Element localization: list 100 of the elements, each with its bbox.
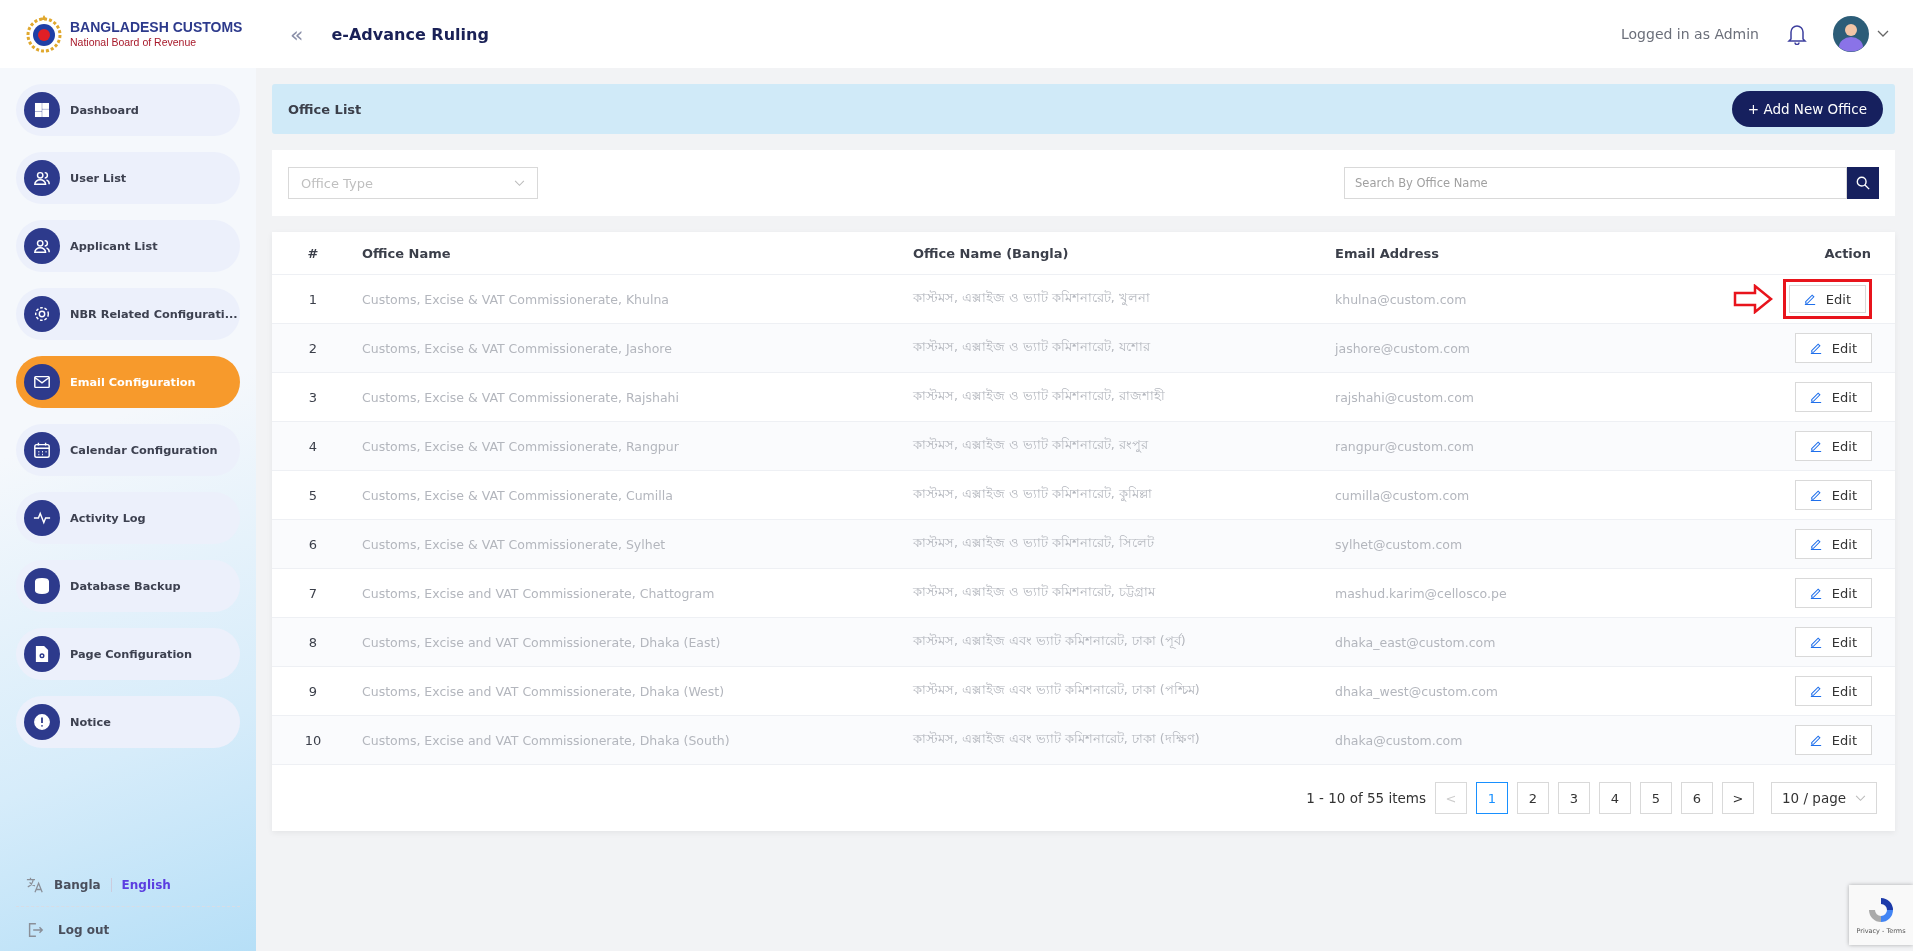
sidebar-item[interactable]: User List <box>16 152 240 204</box>
row-number: 8 <box>272 617 354 667</box>
page-title: Office List <box>288 101 363 117</box>
brand-title: BANGLADESH CUSTOMS <box>70 19 243 37</box>
page-button[interactable]: 5 <box>1640 782 1672 814</box>
office-name-cell: Customs, Excise and VAT Commissionerate, Dhaka (West) <box>354 666 905 716</box>
sidebar-item[interactable]: NBR Related Configurati... <box>16 288 240 340</box>
logout-button[interactable]: Log out <box>16 907 120 939</box>
customs-emblem-icon <box>24 14 64 54</box>
sidebar-item[interactable]: Applicant List <box>16 220 240 272</box>
column-header: # <box>272 232 354 275</box>
chevron-down-icon <box>1855 794 1866 802</box>
chevron-down-icon[interactable] <box>1877 30 1889 38</box>
arrow-annotation-icon <box>1732 284 1773 314</box>
pencil-icon <box>1809 636 1822 648</box>
pencil-icon <box>1809 538 1822 550</box>
envelope-icon <box>24 364 60 400</box>
calendar-icon <box>24 432 60 468</box>
next-page-button[interactable]: > <box>1722 782 1754 814</box>
email-cell: rangpur@custom.com <box>1327 421 1650 471</box>
pencil-icon <box>1809 587 1822 599</box>
chevron-down-icon <box>514 179 525 187</box>
language-option[interactable]: English <box>121 878 171 892</box>
row-number: 7 <box>272 568 354 618</box>
brand-subtitle: National Board of Revenue <box>70 36 198 49</box>
sidebar-item[interactable]: Dashboard <box>16 84 240 136</box>
avatar-icon[interactable] <box>1833 16 1869 52</box>
office-name-bangla-cell: কাস্টমস, এক্সাইজ ও ভ্যাট কমিশনারেট, রাজশাহী <box>905 372 1327 422</box>
pencil-icon <box>1803 293 1816 305</box>
email-cell: rajshahi@custom.com <box>1327 372 1650 422</box>
email-cell: mashud.karim@cellosco.pe <box>1327 568 1650 618</box>
users-icon <box>24 160 60 196</box>
recaptcha-icon <box>1866 895 1896 925</box>
office-name-bangla-cell: কাস্টমস, এক্সাইজ এবং ভ্যাট কমিশনারেট, ঢাকা (পূর্ব) <box>905 617 1327 667</box>
office-name-bangla-cell: কাস্টমস, এক্সাইজ ও ভ্যাট কমিশনারেট, চট্টগ্রাম <box>905 568 1327 618</box>
users-icon <box>24 228 60 264</box>
pencil-icon <box>1809 391 1822 403</box>
edit-button[interactable]: Edit <box>1794 578 1872 608</box>
column-header: Office Name (Bangla) <box>905 232 1327 275</box>
page-button[interactable]: 3 <box>1558 782 1590 814</box>
pencil-icon <box>1809 734 1822 746</box>
exclamation-icon <box>24 704 60 740</box>
office-name-bangla-cell: কাস্টমস, এক্সাইজ ও ভ্যাট কমিশনারেট, খুলনা <box>905 274 1327 324</box>
edit-button[interactable]: Edit <box>1794 382 1872 412</box>
app-title: e-Advance Ruling <box>331 24 489 44</box>
database-icon <box>24 568 60 604</box>
office-name-bangla-cell: কাস্টমস, এক্সাইজ ও ভ্যাট কমিশনারেট, রংপুর <box>905 421 1327 471</box>
edit-button[interactable]: Edit <box>1794 725 1872 755</box>
email-cell: dhaka_west@custom.com <box>1327 666 1650 716</box>
row-number: 2 <box>272 323 354 373</box>
row-number: 4 <box>272 421 354 471</box>
office-name-cell: Customs, Excise & VAT Commissionerate, Rangpur <box>354 421 905 471</box>
page-button[interactable]: 2 <box>1517 782 1549 814</box>
bell-icon[interactable] <box>1787 23 1807 45</box>
add-new-office-button[interactable]: + Add New Office <box>1731 91 1883 127</box>
translate-icon <box>26 876 44 894</box>
sidebar-item[interactable]: Activity Log <box>16 492 240 544</box>
email-cell: dhaka@custom.com <box>1327 715 1650 765</box>
sidebar-item[interactable]: Page Configuration <box>16 628 240 680</box>
file-icon <box>24 636 60 672</box>
pencil-icon <box>1809 685 1822 697</box>
email-cell: sylhet@custom.com <box>1327 519 1650 569</box>
row-number: 9 <box>272 666 354 716</box>
office-name-cell: Customs, Excise & VAT Commissionerate, Jashore <box>354 323 905 373</box>
gear-icon <box>24 296 60 332</box>
office-name-bangla-cell: কাস্টমস, এক্সাইজ ও ভ্যাট কমিশনারেট, যশোর <box>905 323 1327 373</box>
edit-button[interactable]: Edit <box>1794 333 1872 363</box>
office-name-cell: Customs, Excise and VAT Commissionerate, Chattogram <box>354 568 905 618</box>
edit-button[interactable]: Edit <box>1794 627 1872 657</box>
column-header: Office Name <box>354 232 905 275</box>
office-name-bangla-cell: কাস্টমস, এক্সাইজ ও ভ্যাট কমিশনারেট, সিলেট <box>905 519 1327 569</box>
logout-icon <box>26 921 44 939</box>
page-size-select[interactable]: 10 / page <box>1771 782 1877 814</box>
office-name-bangla-cell: কাস্টমস, এক্সাইজ এবং ভ্যাট কমিশনারেট, ঢাকা (পশ্চিম) <box>905 666 1327 716</box>
page-button[interactable]: 6 <box>1681 782 1713 814</box>
email-cell: jashore@custom.com <box>1327 323 1650 373</box>
office-name-bangla-cell: কাস্টমস, এক্সাইজ ও ভ্যাট কমিশনারেট, কুমিল্লা <box>905 470 1327 520</box>
office-name-cell: Customs, Excise & VAT Commissionerate, Cumilla <box>354 470 905 520</box>
sidebar-item[interactable]: Database Backup <box>16 560 240 612</box>
pagination-summary: 1 - 10 of 55 items <box>1306 790 1426 806</box>
edit-button[interactable]: Edit <box>1794 529 1872 559</box>
row-number: 3 <box>272 372 354 422</box>
office-name-cell: Customs, Excise & VAT Commissionerate, Rajshahi <box>354 372 905 422</box>
email-cell: dhaka_east@custom.com <box>1327 617 1650 667</box>
language-option[interactable]: Bangla <box>54 878 101 892</box>
row-number: 1 <box>272 274 354 324</box>
search-field[interactable]: Search By Office Name <box>1344 167 1847 199</box>
edit-button[interactable]: Edit <box>1794 676 1872 706</box>
column-header: Email Address <box>1327 232 1650 275</box>
sidebar-item[interactable]: Notice <box>16 696 240 748</box>
pulse-icon <box>24 500 60 536</box>
edit-button[interactable]: Edit <box>1794 431 1872 461</box>
sidebar-item[interactable]: Calendar Configuration <box>16 424 240 476</box>
search-button[interactable] <box>1847 167 1879 199</box>
edit-button[interactable]: Edit <box>1794 480 1872 510</box>
office-name-cell: Customs, Excise & VAT Commissionerate, Sylhet <box>354 519 905 569</box>
page-button[interactable]: 4 <box>1599 782 1631 814</box>
email-cell: cumilla@custom.com <box>1327 470 1650 520</box>
edit-button[interactable]: Edit <box>1782 279 1872 319</box>
logged-in-label: Logged in as Admin <box>1621 26 1759 42</box>
